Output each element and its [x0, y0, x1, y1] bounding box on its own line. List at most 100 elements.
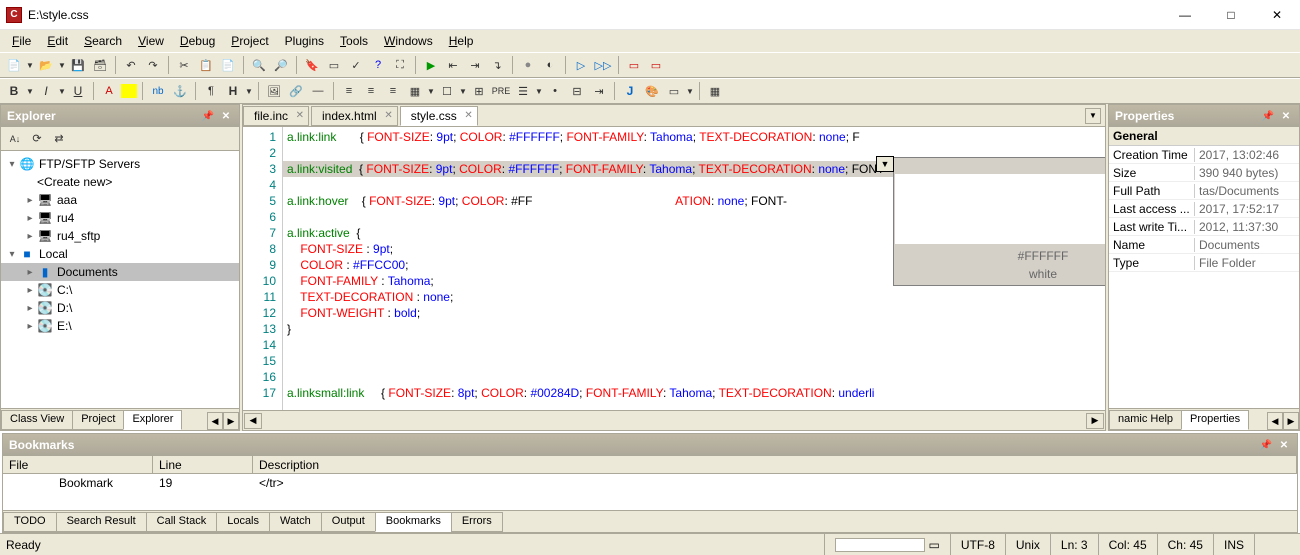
property-row[interactable]: Last access ...2017, 17:52:17: [1109, 200, 1299, 218]
align-right-icon[interactable]: ≡: [383, 81, 403, 101]
refresh-icon[interactable]: ⟳: [27, 129, 47, 149]
redo-icon[interactable]: ↷: [143, 55, 163, 75]
tab-scroll-right-icon[interactable]: ▶: [1283, 412, 1299, 430]
tab-output[interactable]: Output: [321, 512, 376, 532]
link-icon[interactable]: 🔗: [286, 81, 306, 101]
tree-server[interactable]: ▸🖥 ru4: [1, 209, 239, 227]
menu-plugins[interactable]: Plugins: [277, 32, 332, 50]
pin-icon[interactable]: 📌: [201, 109, 215, 123]
tab-close-icon[interactable]: ✕: [384, 110, 392, 121]
tab-close-icon[interactable]: ✕: [296, 110, 304, 121]
tab-call-stack[interactable]: Call Stack: [146, 512, 218, 532]
tab-bookmarks[interactable]: Bookmarks: [375, 512, 452, 532]
status-encoding[interactable]: UTF-8: [950, 534, 1005, 555]
stop-record-icon[interactable]: ◐: [540, 55, 560, 75]
property-row[interactable]: Full Pathtas/Documents: [1109, 182, 1299, 200]
property-row[interactable]: Last write Ti...2012, 11:37:30: [1109, 218, 1299, 236]
table-row[interactable]: Bookmark 19 </tr>: [3, 474, 1297, 492]
new-file-icon[interactable]: 📄: [4, 55, 24, 75]
menu-search[interactable]: Search: [76, 32, 130, 50]
open-file-icon[interactable]: 📂: [36, 55, 56, 75]
property-row[interactable]: TypeFile Folder: [1109, 254, 1299, 272]
indent-left-icon[interactable]: ⇤: [443, 55, 463, 75]
find-icon[interactable]: 🔍: [249, 55, 269, 75]
close-all-icon[interactable]: ▭: [646, 55, 666, 75]
run-icon[interactable]: ▶: [421, 55, 441, 75]
menu-view[interactable]: View: [130, 32, 172, 50]
cut-icon[interactable]: ✂: [174, 55, 194, 75]
preview-icon[interactable]: ▦: [705, 81, 725, 101]
anchor-icon[interactable]: ⚓: [170, 81, 190, 101]
tab-scroll-left-icon[interactable]: ◀: [207, 412, 223, 430]
tree-drive-c[interactable]: ▸💽 C:\: [1, 281, 239, 299]
pre-icon[interactable]: PRE: [491, 81, 511, 101]
panel-close-icon[interactable]: ✕: [1279, 109, 1293, 123]
status-eol[interactable]: Unix: [1005, 534, 1050, 555]
minimize-button[interactable]: ―: [1162, 0, 1208, 30]
toggle-bookmark-icon[interactable]: 🔖: [302, 55, 322, 75]
indent-icon[interactable]: ⇥: [589, 81, 609, 101]
heading-icon[interactable]: H: [223, 81, 243, 101]
maximize-button[interactable]: □: [1208, 0, 1254, 30]
tab-dynamic-help[interactable]: namic Help: [1109, 410, 1182, 430]
tree-drive-e[interactable]: ▸💽 E:\: [1, 317, 239, 335]
font-color-icon[interactable]: A: [99, 81, 119, 101]
record-icon[interactable]: ●: [518, 55, 538, 75]
property-row[interactable]: NameDocuments: [1109, 236, 1299, 254]
align-center-icon[interactable]: ≡: [361, 81, 381, 101]
comment-icon[interactable]: ⊞: [469, 81, 489, 101]
sort-az-icon[interactable]: A↓: [5, 129, 25, 149]
panel-close-icon[interactable]: ✕: [219, 109, 233, 123]
bold-icon[interactable]: B: [4, 81, 24, 101]
indent-right-icon[interactable]: ⇥: [465, 55, 485, 75]
tab-properties[interactable]: Properties: [1181, 410, 1249, 430]
col-description[interactable]: Description: [253, 456, 1297, 473]
menu-windows[interactable]: Windows: [376, 32, 441, 50]
menu-debug[interactable]: Debug: [172, 32, 223, 50]
panel-close-icon[interactable]: ✕: [1277, 438, 1291, 452]
italic-icon[interactable]: I: [36, 81, 56, 101]
tree-ftp-root[interactable]: ▾🌐 FTP/SFTP Servers: [1, 155, 239, 173]
bookmarks-table[interactable]: File Line Description Bookmark 19 </tr>: [3, 456, 1297, 510]
tab-dropdown-icon[interactable]: ▼: [1085, 108, 1101, 124]
frame-icon[interactable]: ▭: [664, 81, 684, 101]
tab-scroll-right-icon[interactable]: ▶: [223, 412, 239, 430]
js-icon[interactable]: J: [620, 81, 640, 101]
property-row[interactable]: Size390 940 bytes): [1109, 164, 1299, 182]
fullscreen-icon[interactable]: ⛶: [390, 55, 410, 75]
tab-watch[interactable]: Watch: [269, 512, 322, 532]
tree-create-new[interactable]: <Create new>: [1, 173, 239, 191]
editor-tab-file-inc[interactable]: file.inc✕: [243, 106, 309, 126]
tab-errors[interactable]: Errors: [451, 512, 503, 532]
highlight-icon[interactable]: [121, 84, 137, 98]
menu-help[interactable]: Help: [441, 32, 482, 50]
pin-icon[interactable]: 📌: [1259, 438, 1273, 452]
li-icon[interactable]: •: [545, 81, 565, 101]
menu-project[interactable]: Project: [223, 32, 276, 50]
close-button[interactable]: ✕: [1254, 0, 1300, 30]
fast-forward-icon[interactable]: ▷▷: [593, 55, 613, 75]
code-editor[interactable]: 1234567891011121314151617 a.link:link { …: [243, 127, 1105, 410]
save-icon[interactable]: 💾: [68, 55, 88, 75]
save-all-icon[interactable]: 🗃: [90, 55, 110, 75]
table-icon[interactable]: ▦: [405, 81, 425, 101]
window-icon[interactable]: ▭: [324, 55, 344, 75]
tab-explorer[interactable]: Explorer: [123, 410, 182, 430]
col-line[interactable]: Line: [153, 456, 253, 473]
paste-icon[interactable]: 📄: [218, 55, 238, 75]
scroll-left-icon[interactable]: ◀: [244, 413, 262, 429]
menu-file[interactable]: File: [4, 32, 39, 50]
align-left-icon[interactable]: ≡: [339, 81, 359, 101]
tree-server[interactable]: ▸🖥 ru4_sftp: [1, 227, 239, 245]
find-replace-icon[interactable]: 🔎: [271, 55, 291, 75]
nbsp-icon[interactable]: nb: [148, 81, 168, 101]
step-icon[interactable]: ↴: [487, 55, 507, 75]
sync-icon[interactable]: ⇄: [49, 129, 69, 149]
play-icon[interactable]: ▷: [571, 55, 591, 75]
css-icon[interactable]: 🎨: [642, 81, 662, 101]
tree-drive-d[interactable]: ▸💽 D:\: [1, 299, 239, 317]
menu-tools[interactable]: Tools: [332, 32, 376, 50]
image-icon[interactable]: 🖼: [264, 81, 284, 101]
file-tree[interactable]: ▾🌐 FTP/SFTP Servers <Create new> ▸🖥 aaa …: [1, 151, 239, 408]
editor-tab-style-css[interactable]: style.css✕: [400, 106, 478, 126]
